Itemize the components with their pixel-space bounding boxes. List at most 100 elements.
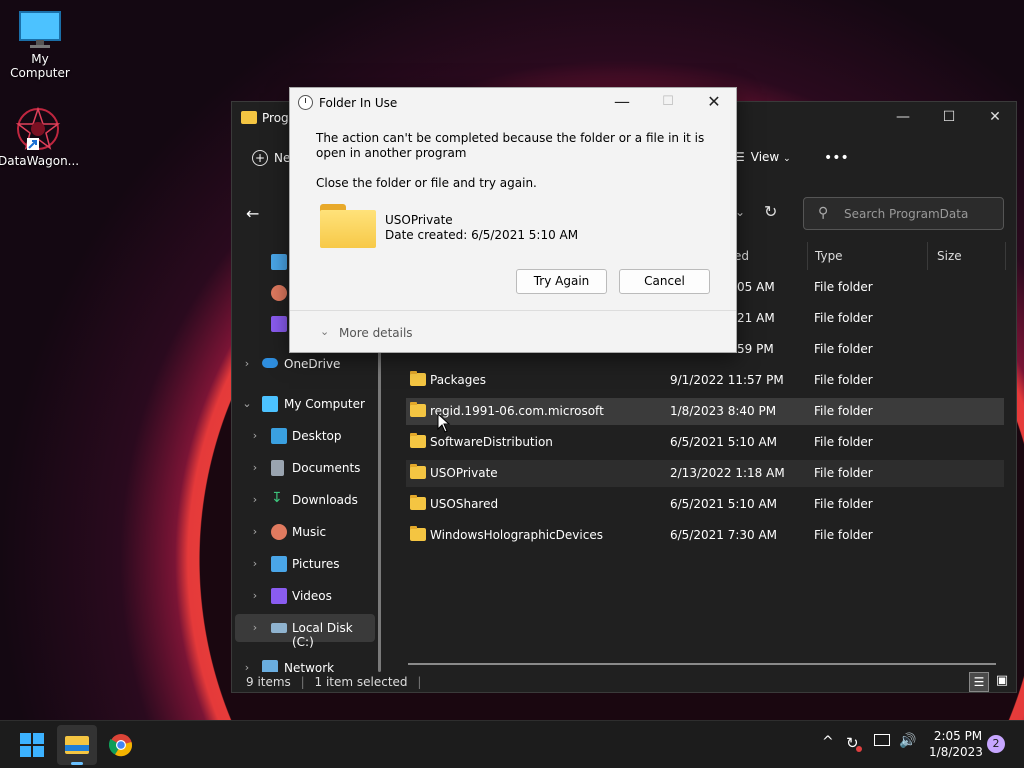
dialog-minimize-button[interactable]: — — [604, 90, 640, 116]
sidebar-item-label: Videos — [292, 589, 332, 603]
more-details-button[interactable]: More details — [339, 326, 413, 340]
chevron-down-icon[interactable]: ⌄ — [320, 325, 329, 338]
music-icon — [271, 524, 287, 540]
sidebar-item-label: Music — [292, 525, 327, 539]
refresh-icon[interactable]: ↻ — [764, 202, 777, 221]
sidebar-item-label: Network — [284, 661, 335, 672]
sidebar-item-label: Downloads — [292, 493, 358, 507]
row-type: File folder — [814, 497, 873, 511]
try-again-button[interactable]: Try Again — [516, 269, 607, 294]
chevron-down-icon: ⌄ — [783, 154, 791, 164]
sidebar-item-videos[interactable]: › Videos — [232, 582, 372, 610]
mouse-cursor-icon — [437, 413, 451, 433]
minimize-button[interactable]: — — [880, 102, 926, 134]
table-row[interactable]: SoftwareDistribution 6/5/2021 5:10 AM Fi… — [406, 429, 1004, 456]
desktop-icon — [271, 428, 287, 444]
clock-icon — [298, 95, 313, 110]
status-selected-count: 1 item selected — [314, 675, 408, 689]
close-button[interactable]: ✕ — [972, 102, 1018, 134]
taskbar: ^ ↻ 🔊 2:05 PM 1/8/2023 — [0, 720, 1024, 768]
sidebar-item-network[interactable]: › Network — [232, 654, 372, 672]
dialog-folder-date: Date created: 6/5/2021 5:10 AM — [385, 228, 579, 242]
drive-icon — [271, 623, 287, 633]
search-input[interactable]: ⚲ Search ProgramData — [803, 197, 1004, 230]
notification-badge[interactable]: 2 — [987, 735, 1005, 753]
datawagon-logo-icon — [15, 106, 61, 150]
tiles-view-icon[interactable]: ▣ — [992, 672, 1012, 692]
chevron-right-icon[interactable]: › — [248, 525, 262, 538]
chrome-icon[interactable] — [109, 733, 133, 757]
folder-body — [320, 210, 376, 248]
pictures-icon — [271, 556, 287, 572]
active-indicator — [71, 762, 83, 765]
chevron-down-icon[interactable]: ⌄ — [240, 397, 254, 410]
back-arrow-icon[interactable]: ← — [246, 204, 259, 223]
desktop-icon-datawagon[interactable]: DataWagon... — [0, 106, 79, 168]
sidebar-item-label: OneDrive — [284, 357, 341, 371]
cloud-icon — [262, 358, 278, 368]
volume-icon[interactable]: 🔊 — [899, 733, 916, 749]
table-row-selected[interactable]: USOPrivate 2/13/2022 1:18 AM File folder — [406, 460, 1004, 487]
row-date: 9/1/2022 11:57 PM — [670, 373, 784, 387]
taskbar-date[interactable]: 1/8/2023 — [926, 745, 986, 759]
folder-icon — [410, 433, 426, 448]
cancel-button[interactable]: Cancel — [619, 269, 710, 294]
chevron-right-icon[interactable]: › — [248, 589, 262, 602]
window-title: Prog — [262, 111, 289, 125]
sidebar-item-desktop[interactable]: › Desktop — [232, 422, 372, 450]
dialog-close-button[interactable]: ✕ — [696, 90, 732, 116]
table-row[interactable]: regid.1991-06.com.microsoft 1/8/2023 8:4… — [406, 398, 1004, 425]
chevron-right-icon[interactable]: › — [248, 429, 262, 442]
folder-icon — [410, 526, 426, 541]
more-options-button[interactable]: ••• — [824, 150, 849, 166]
videos-icon — [271, 316, 287, 332]
music-icon — [271, 285, 287, 301]
sidebar-item-music[interactable]: › Music — [232, 518, 372, 546]
file-list-scrollbar[interactable] — [408, 663, 996, 665]
taskbar-time[interactable]: 2:05 PM — [928, 729, 988, 743]
column-header-type[interactable]: Type — [812, 242, 928, 270]
sidebar-item-local-disk[interactable]: › Local Disk (C:) — [235, 614, 375, 649]
column-header-date[interactable]: ed — [734, 242, 808, 270]
chevron-right-icon[interactable]: › — [240, 661, 254, 672]
sidebar-item-downloads[interactable]: › ↧ Downloads — [232, 486, 372, 514]
chevron-right-icon[interactable]: › — [248, 493, 262, 506]
row-date: 6/5/2021 7:30 AM — [670, 528, 778, 542]
sidebar-item-pictures[interactable]: › Pictures — [232, 550, 372, 578]
sidebar-item-label: My Computer — [284, 397, 365, 411]
row-name: SoftwareDistribution — [430, 435, 553, 449]
sidebar-item-my-computer[interactable]: ⌄ My Computer — [232, 390, 372, 418]
column-header-size[interactable]: Size — [934, 242, 1006, 270]
taskbar-file-explorer-button[interactable] — [57, 725, 97, 765]
details-view-icon[interactable]: ☰ — [969, 672, 989, 692]
show-hidden-icons-chevron-icon[interactable]: ^ — [822, 734, 834, 750]
chevron-right-icon[interactable]: › — [248, 461, 262, 474]
table-row[interactable]: Packages 9/1/2022 11:57 PM File folder — [406, 367, 1004, 394]
chevron-right-icon[interactable]: › — [248, 621, 262, 634]
sidebar-item-label: Documents — [292, 461, 361, 475]
status-divider: | — [300, 675, 305, 689]
chevron-right-icon[interactable]: › — [240, 357, 254, 370]
dialog-maximize-button[interactable]: ☐ — [650, 90, 686, 116]
row-date: 1/8/2023 8:40 PM — [670, 404, 777, 418]
network-icon[interactable] — [874, 734, 890, 746]
desktop-icon-my-computer[interactable]: My Computer — [0, 10, 80, 80]
status-bar: 9 items | 1 item selected | — [246, 675, 427, 689]
view-button[interactable]: ☰ View ⌄ — [734, 150, 791, 164]
documents-icon — [271, 460, 284, 476]
folder-icon — [410, 495, 426, 510]
row-date: 2/13/2022 1:18 AM — [670, 466, 785, 480]
sidebar-item-onedrive[interactable]: › OneDrive — [232, 350, 372, 378]
windows-start-icon[interactable] — [20, 733, 44, 757]
new-button[interactable]: + Ne — [252, 150, 290, 166]
sidebar-item-documents[interactable]: › Documents — [232, 454, 372, 482]
table-row[interactable]: USOShared 6/5/2021 5:10 AM File folder — [406, 491, 1004, 518]
folder-icon — [320, 204, 376, 248]
row-type: File folder — [814, 528, 873, 542]
table-row[interactable]: WindowsHolographicDevices 6/5/2021 7:30 … — [406, 522, 1004, 549]
view-button-label: View — [750, 150, 780, 164]
status-item-count: 9 items — [246, 675, 291, 689]
sidebar-scrollbar[interactable] — [378, 352, 381, 672]
chevron-right-icon[interactable]: › — [248, 557, 262, 570]
maximize-button[interactable]: ☐ — [926, 102, 972, 134]
